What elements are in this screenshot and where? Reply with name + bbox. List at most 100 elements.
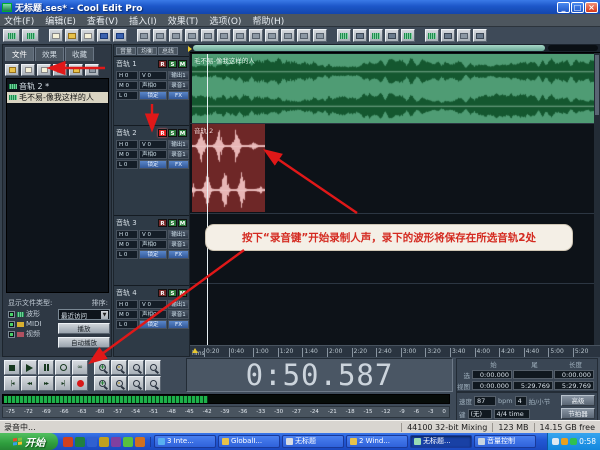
multitrack-view-button[interactable]	[22, 29, 39, 42]
time-signature-value[interactable]: 4/4 time	[494, 409, 530, 419]
solo-button[interactable]: S	[168, 289, 177, 297]
record-arm-button[interactable]: R	[158, 219, 167, 227]
track-record-device-button[interactable]: 录音1	[168, 81, 189, 90]
tab-bus[interactable]: 总线	[158, 47, 178, 55]
beats-per-bar-value[interactable]: 4	[515, 396, 527, 406]
track-lock-button[interactable]: 锁定	[139, 91, 167, 100]
solo-button[interactable]: S	[168, 219, 177, 227]
track-pan[interactable]: 声相0	[139, 240, 167, 249]
checkbox-checked[interactable]	[8, 321, 15, 328]
quick-launch-icon[interactable]	[123, 437, 133, 447]
tab-favorites[interactable]: 收藏	[65, 47, 94, 61]
tab-files[interactable]: 文件	[5, 47, 34, 61]
task-button[interactable]: 无标题	[282, 435, 344, 448]
options-button[interactable]	[85, 64, 99, 76]
record-arm-button[interactable]: R	[158, 289, 167, 297]
zoom-out-vertical-button[interactable]	[111, 376, 127, 391]
track-fx-button[interactable]: FX	[168, 250, 189, 259]
auto-play-button[interactable]: 自动播放	[58, 337, 110, 348]
track-lock-button[interactable]: 锁定	[139, 250, 167, 259]
go-to-end-button[interactable]: ▸|	[55, 376, 71, 391]
tray-icon[interactable]	[561, 438, 568, 445]
level-meter-zone[interactable]: -75-72-69-66-63-60-57-54-51-48-45-42-39-…	[0, 393, 452, 420]
loop-tool-button[interactable]	[233, 29, 247, 42]
start-button[interactable]: 开始	[0, 433, 58, 450]
redo-button[interactable]	[153, 29, 167, 42]
track-name[interactable]: 音轨 1	[116, 59, 137, 69]
mix-paste-button[interactable]	[217, 29, 231, 42]
pause-button[interactable]	[38, 360, 54, 375]
track-name[interactable]: 音轨 2	[116, 128, 137, 138]
track-high-eq[interactable]: H 0	[116, 300, 138, 309]
copy-button[interactable]	[185, 29, 199, 42]
tab-effects[interactable]: 效果	[35, 47, 64, 61]
scrub-tool-button[interactable]	[265, 29, 279, 42]
scrollbar-thumb[interactable]	[595, 55, 599, 115]
options-tool-button[interactable]	[473, 29, 487, 42]
mute-button[interactable]: M	[178, 60, 187, 68]
maximize-button[interactable]: □	[571, 2, 584, 13]
edit-file-button[interactable]	[37, 64, 51, 76]
record-arm-button[interactable]: R	[158, 129, 167, 137]
track-output-button[interactable]: 输出1	[168, 140, 189, 149]
mute-button[interactable]: M	[178, 219, 187, 227]
file-type-checkbox-row[interactable]: 波形	[8, 309, 42, 319]
track-mid-eq[interactable]: M 0	[116, 240, 138, 249]
session-properties-button[interactable]	[401, 29, 415, 42]
checkbox-checked[interactable]	[8, 331, 15, 338]
track-volume[interactable]: V 0	[139, 300, 167, 309]
open-file-button[interactable]	[65, 29, 79, 42]
track-high-eq[interactable]: H 0	[116, 230, 138, 239]
zoom-out-button[interactable]	[111, 360, 127, 375]
track-volume[interactable]: V 0	[139, 71, 167, 80]
menu-help[interactable]: 帮助(H)	[252, 14, 284, 27]
time-tool-button[interactable]	[281, 29, 295, 42]
group-tool-button[interactable]	[297, 29, 311, 42]
import-file-button[interactable]	[5, 64, 19, 76]
cd-burn-button[interactable]	[425, 29, 439, 42]
tab-eq[interactable]: 均衡	[137, 47, 157, 55]
track-mid-eq[interactable]: M 0	[116, 310, 138, 319]
vertical-scrollbar[interactable]	[594, 53, 600, 345]
pencil-tool-button[interactable]	[249, 29, 263, 42]
analyze-button[interactable]	[441, 29, 455, 42]
stop-button[interactable]	[4, 360, 20, 375]
quick-launch-icon[interactable]	[87, 437, 97, 447]
zoom-left-button[interactable]	[128, 376, 144, 391]
tray-icon[interactable]	[570, 438, 577, 445]
advanced-button[interactable]: 高级	[561, 395, 595, 406]
menu-options[interactable]: 选项(O)	[209, 14, 241, 27]
fast-forward-button[interactable]: ▸▸	[38, 376, 54, 391]
play-button[interactable]	[21, 360, 37, 375]
record-button[interactable]	[72, 376, 88, 391]
track-fx-button[interactable]: FX	[168, 91, 189, 100]
mute-button[interactable]: M	[178, 129, 187, 137]
track-lock-button[interactable]: 锁定	[139, 160, 167, 169]
task-button[interactable]: 3 Inte...	[154, 435, 216, 448]
zoom-right-button[interactable]	[145, 376, 161, 391]
zoom-in-vertical-button[interactable]	[94, 376, 110, 391]
mixer-button[interactable]	[337, 29, 351, 42]
tray-icon[interactable]	[552, 438, 559, 445]
track-pan[interactable]: 声相0	[139, 310, 167, 319]
preview-play-button[interactable]: 播放	[58, 323, 110, 334]
go-to-start-button[interactable]: |◂	[4, 376, 20, 391]
play-looped-button[interactable]: ∞	[72, 360, 88, 375]
track-record-device-button[interactable]: 录音1	[168, 150, 189, 159]
track-low-eq[interactable]: L 0	[116, 250, 138, 259]
track-pan[interactable]: 声相0	[139, 150, 167, 159]
key-value[interactable]: (无)	[468, 409, 492, 419]
track-mid-eq[interactable]: M 0	[116, 150, 138, 159]
track-low-eq[interactable]: L 0	[116, 91, 138, 100]
solo-button[interactable]: S	[168, 60, 177, 68]
track-volume[interactable]: V 0	[139, 140, 167, 149]
insert-multitrack-button[interactable]	[53, 64, 67, 76]
track-fx-button[interactable]: FX	[168, 160, 189, 169]
track-output-button[interactable]: 输出1	[168, 300, 189, 309]
quick-launch-icon[interactable]	[75, 437, 85, 447]
close-file-button[interactable]	[81, 29, 95, 42]
new-file-button[interactable]	[49, 29, 63, 42]
checkbox-checked[interactable]	[8, 311, 15, 318]
menu-insert[interactable]: 插入(I)	[129, 14, 157, 27]
quick-launch-icon[interactable]	[63, 437, 73, 447]
